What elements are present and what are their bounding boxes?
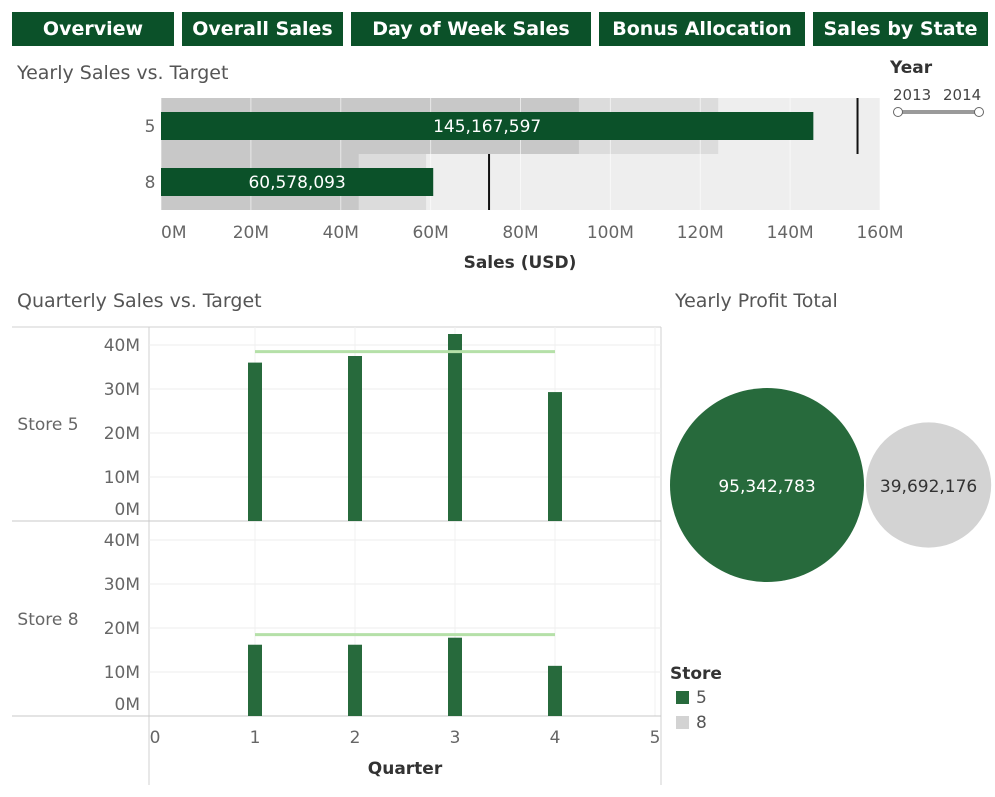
profit-bubble-5 (670, 388, 864, 582)
x-tick-label: 5 (650, 728, 661, 748)
year-filter-max-label: 2014 (943, 86, 982, 104)
x-axis-title: Sales (USD) (464, 253, 577, 273)
y-tick-label: 20M (104, 424, 140, 444)
x-tick-label: 1 (250, 728, 261, 748)
legend-label-8: 8 (696, 713, 707, 733)
bar-value-label: 145,167,597 (433, 117, 541, 137)
year-filter-min-label: 2013 (893, 86, 932, 104)
nav-overview-button[interactable]: Overview (12, 12, 174, 46)
x-tick-label: 4 (550, 728, 561, 748)
panel-label: Store 8 (17, 610, 78, 630)
year-range-slider-track[interactable] (897, 110, 981, 114)
nav-overall-sales-button[interactable]: Overall Sales (182, 12, 343, 46)
x-tick-label: 3 (450, 728, 461, 748)
band-mid-5 (161, 98, 719, 154)
year-slider-max-handle[interactable] (974, 107, 984, 117)
x-tick-label: 2 (350, 728, 361, 748)
x-tick-label: 40M (323, 223, 359, 243)
plot-background (161, 98, 880, 210)
band-dark-5 (161, 98, 579, 154)
x-tick-label: 80M (502, 223, 538, 243)
y-tick-label: 10M (104, 663, 140, 683)
y-tick-label: 20M (104, 619, 140, 639)
x-tick-label: 0 (150, 728, 161, 748)
quarterly-sales-title: Quarterly Sales vs. Target (17, 290, 262, 312)
band-mid-8 (161, 154, 427, 210)
x-tick-label: 160M (856, 223, 903, 243)
legend-title: Store (670, 664, 722, 684)
bubble-value-label: 39,692,176 (880, 477, 977, 497)
legend-swatch-5 (676, 691, 689, 704)
quarter-bar (548, 392, 562, 521)
quarter-bar (348, 356, 362, 521)
year-slider-min-handle[interactable] (893, 107, 903, 117)
yearly-sales-title: Yearly Sales vs. Target (17, 62, 229, 84)
quarter-bar (348, 644, 362, 716)
legend-label-5: 5 (696, 688, 707, 708)
quarter-bar (248, 644, 262, 716)
y-tick-label: 30M (104, 380, 140, 400)
category-label: 5 (145, 117, 156, 137)
panel-label: Store 5 (17, 415, 78, 435)
y-tick-label: 30M (104, 575, 140, 595)
bar-store-8 (161, 168, 434, 196)
y-tick-label: 40M (104, 336, 140, 356)
x-tick-label: 0M (161, 223, 186, 243)
bar-value-label: 60,578,093 (248, 173, 345, 193)
category-label: 8 (145, 173, 156, 193)
band-dark-8 (161, 154, 359, 210)
nav-bonus-allocation-button[interactable]: Bonus Allocation (599, 12, 805, 46)
yearly-sales-chart: 0M 20M 40M 60M 80M 100M 120M 140M 160M145,167,59… (12, 98, 992, 785)
x-tick-label: 60M (412, 223, 448, 243)
nav-sales-by-state-button[interactable]: Sales by State (813, 12, 988, 46)
x-tick-label: 20M (233, 223, 269, 243)
year-filter-title: Year (890, 58, 933, 78)
profit-bubble-8 (866, 422, 992, 548)
bar-store-5 (161, 112, 814, 140)
yearly-profit-title: Yearly Profit Total (675, 290, 838, 312)
x-tick-label: 100M (587, 223, 634, 243)
x-tick-label: 140M (767, 223, 814, 243)
x-tick-label: 120M (677, 223, 724, 243)
y-tick-label: 40M (104, 531, 140, 551)
y-tick-label: 0M (115, 695, 140, 715)
legend-swatch-8 (676, 716, 689, 729)
quarter-bar (448, 334, 462, 521)
y-tick-label: 0M (115, 500, 140, 520)
quarter-bar (248, 362, 262, 521)
quarter-bar (448, 637, 462, 716)
bubble-value-label: 95,342,783 (718, 477, 815, 497)
y-tick-label: 10M (104, 468, 140, 488)
nav-day-of-week-sales-button[interactable]: Day of Week Sales (351, 12, 591, 46)
x-axis-title: Quarter (368, 759, 443, 779)
quarter-bar (548, 665, 562, 716)
